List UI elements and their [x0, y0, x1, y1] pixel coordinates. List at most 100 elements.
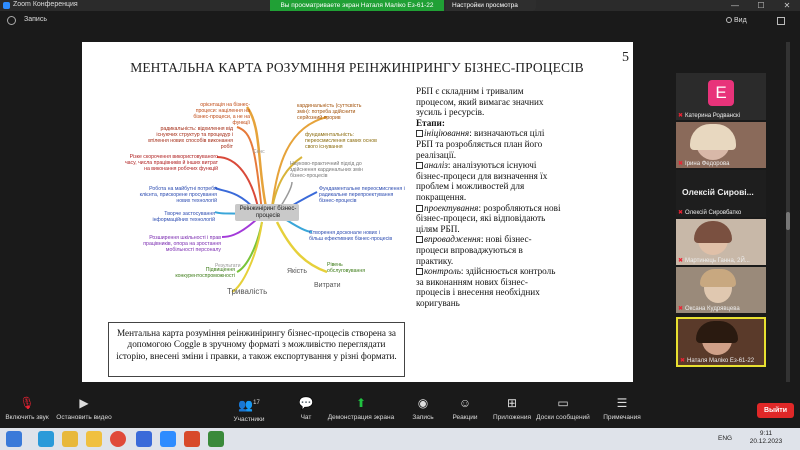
checkbox-bullet-icon	[416, 162, 423, 170]
clock-time: 9:11	[759, 430, 773, 437]
share-screen-icon: ⬆	[355, 396, 367, 410]
mind-map-node-create: Створення досконале нових і більш ефекти…	[309, 230, 393, 242]
mind-map-node-radical: радикальність: відхилення від існуючих с…	[148, 126, 233, 150]
mind-map-center-label: Реінжиніринг бізнес-процесів	[239, 206, 297, 219]
participant-big-name: Олексій Сирові...	[682, 187, 754, 197]
stage-item: аналіз: аналізуються існуючі бізнес-проц…	[416, 160, 548, 202]
chat-button[interactable]: 💬 Чат	[292, 396, 320, 421]
excel-icon[interactable]	[208, 431, 224, 447]
view-settings-button[interactable]: Настройки просмотра	[446, 0, 536, 11]
view-icon[interactable]	[726, 17, 732, 23]
whiteboard-icon: ▭	[557, 396, 569, 410]
zoom-logo-icon	[3, 2, 10, 9]
slide-number: 5	[622, 50, 629, 65]
chat-icon: 💬	[298, 396, 314, 410]
participant-name: ✖ Оксана Кудрявцева	[678, 306, 740, 312]
participant-name: ✖ Ірина Федорова	[678, 161, 730, 167]
notes-button[interactable]: ☰ Примечания	[600, 396, 644, 421]
unmute-button[interactable]: 🎙 Включить звук	[4, 396, 50, 421]
mic-muted-icon: 🎙	[19, 396, 35, 410]
mind-map-node-scientific: Науково-практичний підхід до здійснення …	[290, 161, 363, 179]
mind-map-node-fast: Різке скорочення використовуваного часу,…	[124, 154, 218, 172]
participants-icon: 👥17	[238, 398, 260, 412]
stop-video-button[interactable]: ▶ Остановить видео	[56, 396, 112, 421]
title-bar: Zoom Конференция Вы просматриваете экран…	[0, 0, 800, 11]
checkbox-bullet-icon	[416, 236, 423, 244]
intro-paragraph: РБП є складним і тривалим процесом, який…	[416, 86, 544, 118]
branch-orient	[245, 106, 269, 213]
participant-name: ✖ Наталя Маліко Ез-61-22	[680, 358, 755, 364]
mind-map-node-fund: фундаментальність: переосмислення самих …	[305, 132, 377, 150]
mind-map-node-emp: Розширення шкільності і прав працівників…	[143, 235, 221, 253]
stage-item: проектування: розробляються нові бізнес-…	[416, 202, 561, 234]
app-title: Zoom Конференция	[13, 1, 78, 8]
camera-icon: ▶	[79, 396, 89, 410]
meeting-toolbar: 🎙 Включить звук ▶ Остановить видео 👥17 У…	[0, 394, 800, 428]
language-indicator[interactable]: ENG	[718, 435, 732, 442]
whiteboards-button[interactable]: ▭ Доски сообщений	[534, 396, 592, 421]
fullscreen-icon[interactable]	[777, 17, 785, 25]
participant-tile[interactable]: E ✖ Катерина Родванскі	[676, 73, 766, 120]
mic-muted-icon: ✖	[678, 210, 684, 216]
slide-caption: Ментальна карта розуміння реінжинірингу …	[108, 322, 405, 377]
participants-button[interactable]: 👥17 Участники	[225, 396, 273, 423]
video-feed-hair	[694, 221, 732, 243]
smiley-icon: ☺	[458, 396, 472, 410]
mind-map-label-sense: Сенс	[253, 149, 265, 155]
view-button[interactable]: Вид	[734, 17, 747, 24]
start-icon[interactable]	[6, 431, 22, 447]
stage-item: контроль: здійснюється контроль за викон…	[416, 266, 556, 308]
checkbox-bullet-icon	[416, 130, 423, 138]
recording-bar: Запись Вид	[0, 11, 800, 31]
mind-map-node-orient: орієнтація на бізнес-процеси: націлення …	[193, 102, 250, 126]
notes-icon: ☰	[616, 396, 628, 410]
stage-item: впровадження: нові бізнес-процеси впрова…	[416, 234, 532, 266]
participant-tile[interactable]: ✖ Ірина Федорова	[676, 122, 766, 168]
mic-muted-icon: ✖	[678, 258, 684, 264]
minimize-icon[interactable]: —	[724, 0, 746, 11]
slide-right-text: РБП є складним і тривалим процесом, який…	[416, 86, 561, 308]
mind-map-node-service: Рівень обслуговування	[327, 262, 366, 274]
shared-slide: 5 МЕНТАЛЬНА КАРТА РОЗУМІННЯ РЕІНЖИНІРИНГ…	[82, 42, 633, 382]
maximize-icon[interactable]: ☐	[750, 0, 772, 11]
participant-name: ✖ Катерина Родванскі	[678, 113, 740, 119]
share-screen-button[interactable]: ⬆ Демонстрация экрана	[318, 396, 404, 421]
checkbox-bullet-icon	[416, 268, 423, 276]
mind-map-node-cardinal: кардинальність (суттєвість змін): потреб…	[297, 103, 362, 121]
share-status-label: Вы просматриваете экран Наталя Маліко Ез…	[270, 0, 444, 11]
participant-tile-active-speaker[interactable]: ✖ Наталя Маліко Ез-61-22	[676, 317, 766, 367]
video-feed-hair	[690, 124, 736, 150]
mind-map-node-rethink: Фундаментальне переосмислення і радикаль…	[319, 186, 405, 204]
stage-item: ініціювання: визначаються цілі РБП та ро…	[416, 128, 545, 160]
edge-icon[interactable]	[38, 431, 54, 447]
record-icon	[7, 16, 16, 25]
explorer-icon[interactable]	[62, 431, 78, 447]
mic-muted-icon: ✖	[678, 161, 684, 167]
participant-tile[interactable]: Олексій Сирові... ✖ Олексій Сировбатко	[676, 170, 766, 217]
video-feed-hair	[696, 321, 738, 343]
participant-name: ✖ Олексій Сировбатко	[678, 210, 742, 216]
scroll-thumb[interactable]	[786, 212, 790, 230]
apps-button[interactable]: ⊞ Приложения	[490, 396, 534, 421]
checkbox-bullet-icon	[416, 204, 423, 212]
mind-map-node-clients: Робота на майбутні потреби клієнта, прис…	[139, 186, 217, 204]
slide-title: МЕНТАЛЬНА КАРТА РОЗУМІННЯ РЕІНЖИНІРИНГУ …	[130, 60, 584, 75]
scrollbar[interactable]	[786, 42, 790, 382]
leave-button[interactable]: Выйти	[757, 403, 794, 418]
powerpoint-icon[interactable]	[184, 431, 200, 447]
recording-label: Запись	[24, 16, 47, 23]
clock[interactable]: 9:11 20.12.2023	[748, 430, 784, 446]
folder-icon[interactable]	[86, 431, 102, 447]
teams-icon[interactable]	[136, 431, 152, 447]
mic-muted-icon: ✖	[678, 306, 684, 312]
close-icon[interactable]: ✕	[776, 0, 798, 11]
participant-tile[interactable]: ✖ Оксана Кудрявцева	[676, 267, 766, 313]
chrome-icon[interactable]	[110, 431, 126, 447]
mind-map-label-quality: Якість	[287, 268, 308, 275]
participant-tile[interactable]: ✖ Мартинець Ганна, 2Й...	[676, 219, 766, 265]
mind-map-label-costs: Витрати	[314, 282, 341, 289]
zoom-taskbar-icon[interactable]	[160, 431, 176, 447]
reactions-button[interactable]: ☺ Реакции	[448, 396, 482, 421]
mic-muted-icon: ✖	[678, 113, 684, 119]
record-button[interactable]: ◉ Запись	[408, 396, 438, 421]
